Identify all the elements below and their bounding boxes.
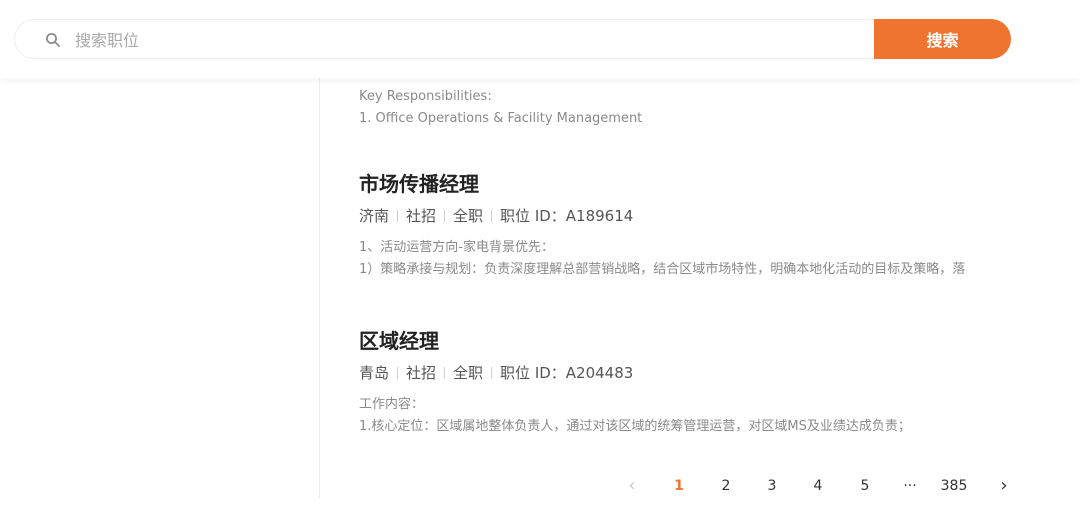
job-card-previous[interactable]: Key Responsibilities: 1. Office Operatio… [359,86,642,130]
meta-divider [444,367,446,379]
page-ellipsis[interactable]: ··· [898,474,922,498]
job-card[interactable]: 区域经理 青岛 社招 全职 职位 ID：A204483 工作内容： 1.核心定位… [359,327,1039,438]
job-city: 济南 [359,207,390,225]
meta-divider [444,210,446,222]
job-id: 职位 ID：A204483 [500,364,634,382]
page-button[interactable]: 4 [808,474,828,498]
job-description-line: 1. Office Operations & Facility Manageme… [359,111,643,126]
prev-page-button[interactable]: ‹ [624,474,640,498]
next-page-button[interactable]: › [996,474,1012,498]
job-description: 1、活动运营方向-家电背景优先： 1）策略承接与规划：负责深度理解总部营销战略，… [359,237,1039,281]
sidebar-divider [319,78,320,498]
meta-divider [491,367,493,379]
meta-divider [491,210,493,222]
search-bar: 搜索 [0,0,1080,78]
job-card[interactable]: 市场传播经理 济南 社招 全职 职位 ID：A189614 1、活动运营方向-家… [359,170,1039,281]
page-button[interactable]: 1 [669,474,689,498]
job-description-line: 1.核心定位：区域属地整体负责人，通过对该区域的统筹管理运营，对区域MS及业绩达… [359,419,911,434]
job-id: 职位 ID：A189614 [500,207,634,225]
search-input[interactable] [75,26,855,54]
job-meta: 青岛 社招 全职 职位 ID：A204483 [359,362,1039,384]
job-description-line: 1、活动运营方向-家电背景优先： [359,240,554,255]
meta-divider [397,367,399,379]
job-employment-type: 全职 [453,364,484,382]
job-title[interactable]: 市场传播经理 [359,170,1039,198]
job-employment-type: 全职 [453,207,484,225]
job-description: 工作内容： 1.核心定位：区域属地整体负责人，通过对该区域的统筹管理运营，对区域… [359,394,1039,438]
job-recruit-type: 社招 [406,207,437,225]
job-recruit-type: 社招 [406,364,437,382]
job-description-line: 工作内容： [359,397,425,412]
search-icon [46,33,60,47]
pagination: ‹ 1 2 3 4 5 ··· 385 › [0,474,1080,498]
page-button[interactable]: 5 [855,474,875,498]
page-button[interactable]: 385 [938,474,970,498]
job-title[interactable]: 区域经理 [359,327,1039,355]
job-description-line: 1）策略承接与规划：负责深度理解总部营销战略，结合区域市场特性，明确本地化活动的… [359,262,966,277]
search-button[interactable]: 搜索 [874,19,1011,59]
page-button[interactable]: 2 [716,474,736,498]
job-meta: 济南 社招 全职 职位 ID：A189614 [359,205,1039,227]
search-box[interactable] [14,19,1010,59]
job-city: 青岛 [359,364,390,382]
page-button[interactable]: 3 [762,474,782,498]
job-description-line: Key Responsibilities: [359,89,492,104]
meta-divider [397,210,399,222]
